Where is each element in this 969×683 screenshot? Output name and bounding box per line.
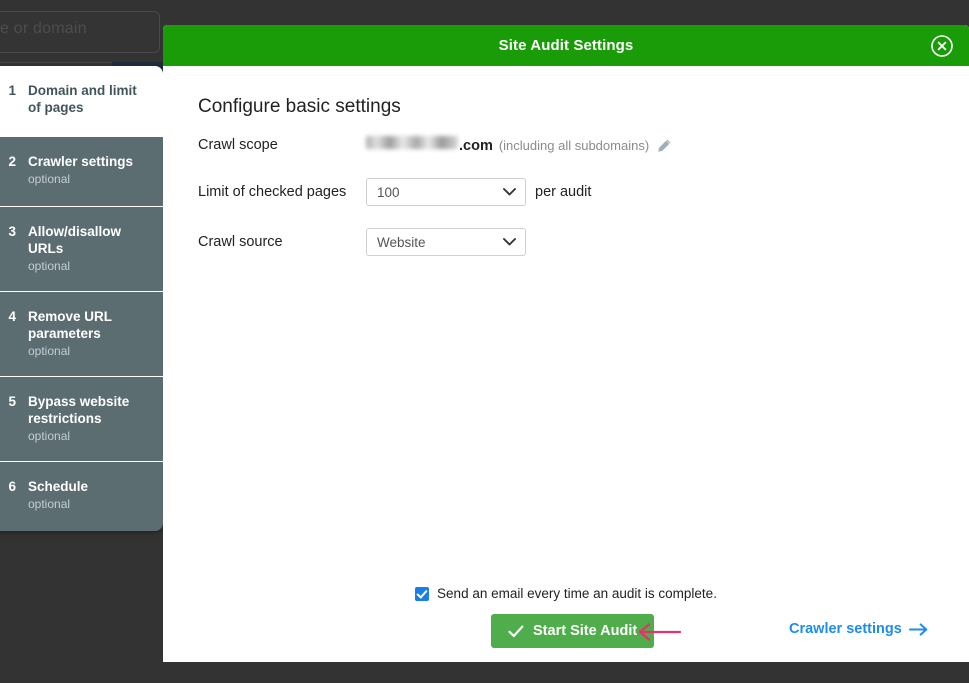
email-notification-checkbox[interactable] (415, 587, 429, 601)
step-number: 5 (0, 393, 28, 410)
start-site-audit-label: Start Site Audit (533, 623, 637, 639)
crawl-scope-row: Crawl scope .com (including all subdomai… (198, 132, 969, 158)
modal-title: Site Audit Settings (499, 37, 634, 54)
crawl-source-row: Crawl source WebsiteSitemaps on siteEnte… (198, 226, 969, 258)
wizard-step-2[interactable]: 2 Crawler settings optional (0, 136, 163, 206)
limit-pages-label: Limit of checked pages (198, 184, 366, 200)
step-title: Remove URL parameters (28, 308, 151, 342)
modal-body: Configure basic settings Crawl scope .co… (163, 66, 969, 662)
check-icon (508, 625, 524, 638)
start-site-audit-button[interactable]: Start Site Audit (491, 614, 654, 648)
crawler-settings-label: Crawler settings (789, 621, 902, 637)
step-optional-label: optional (28, 258, 151, 275)
crawler-settings-link[interactable]: Crawler settings (789, 621, 928, 637)
crawl-source-label: Crawl source (198, 234, 366, 250)
wizard-step-4[interactable]: 4 Remove URL parameters optional (0, 291, 163, 376)
wizard-steps-panel: 1 Domain and limit of pages 2 Crawler se… (0, 66, 163, 531)
step-number: 4 (0, 308, 28, 325)
step-title: Domain and limit of pages (28, 82, 151, 116)
background-search-placeholder: e or domain (0, 20, 87, 38)
step-title: Crawler settings (28, 153, 151, 170)
step-optional-label: optional (28, 171, 151, 188)
pencil-icon[interactable] (657, 138, 672, 153)
crawl-scope-label: Crawl scope (198, 137, 366, 153)
step-number: 3 (0, 223, 28, 240)
site-audit-settings-modal: Site Audit Settings Configure basic sett… (163, 25, 969, 662)
wizard-step-1[interactable]: 1 Domain and limit of pages (0, 66, 163, 136)
step-title: Bypass website restrictions (28, 393, 151, 427)
limit-pages-select[interactable]: 1005001,0005,00010,00020,00050,000100,00… (366, 178, 526, 206)
wizard-step-3[interactable]: 3 Allow/disallow URLs optional (0, 206, 163, 291)
crawl-scope-note: (including all subdomains) (499, 138, 649, 153)
step-title: Schedule (28, 478, 151, 495)
crawl-source-select[interactable]: WebsiteSitemaps on siteEnter sitemap URL… (366, 228, 526, 256)
step-title: Allow/disallow URLs (28, 223, 151, 257)
email-notification-option: Send an email every time an audit is com… (163, 586, 969, 601)
step-number: 1 (0, 82, 28, 99)
arrow-right-icon (909, 623, 928, 636)
step-number: 2 (0, 153, 28, 170)
limit-pages-suffix: per audit (535, 184, 591, 200)
wizard-step-6[interactable]: 6 Schedule optional (0, 461, 163, 531)
step-optional-label: optional (28, 343, 151, 360)
step-optional-label: optional (28, 428, 151, 445)
action-row: Start Site Audit Crawler settings (163, 614, 969, 648)
section-title: Configure basic settings (198, 96, 969, 118)
step-number: 6 (0, 478, 28, 495)
step-optional-label: optional (28, 496, 151, 513)
modal-footer: Send an email every time an audit is com… (163, 586, 969, 648)
wizard-step-5[interactable]: 5 Bypass website restrictions optional (0, 376, 163, 461)
modal-header: Site Audit Settings (163, 25, 969, 66)
crawl-scope-domain-suffix: .com (459, 138, 493, 154)
crawl-scope-value: .com (including all subdomains) (366, 137, 649, 154)
limit-pages-row: Limit of checked pages 1005001,0005,0001… (198, 176, 969, 208)
email-notification-label: Send an email every time an audit is com… (437, 586, 717, 601)
redacted-domain (366, 136, 458, 149)
close-circle-icon[interactable] (930, 34, 954, 58)
